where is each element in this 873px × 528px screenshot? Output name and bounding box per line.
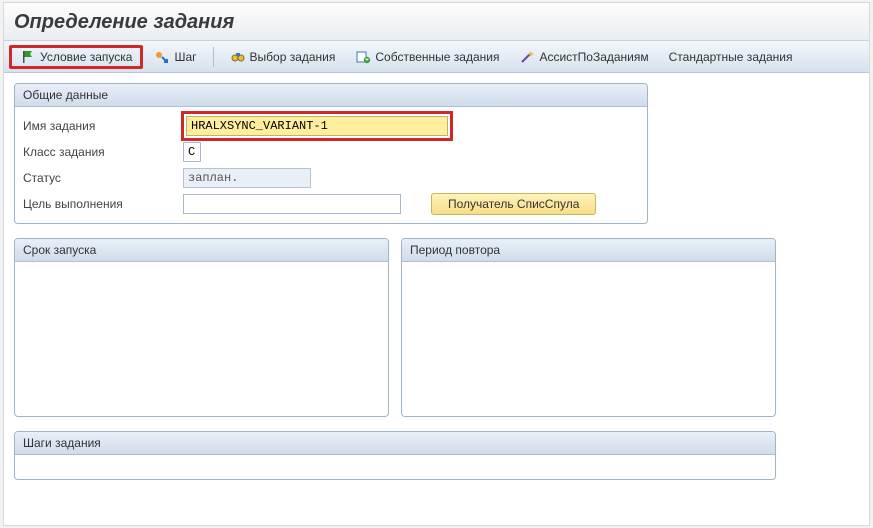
exec-target-row: Цель выполнения Получатель СписСпула [23,191,639,217]
step-button[interactable]: Шаг [145,45,205,69]
exec-target-label: Цель выполнения [23,197,183,211]
job-steps-body [15,455,775,479]
own-jobs-icon [355,49,371,65]
job-name-input[interactable] [186,116,448,136]
job-name-label: Имя задания [23,119,183,133]
job-selection-label: Выбор задания [250,50,336,64]
schedule-row: Срок запуска Период повтора [14,238,776,431]
standard-jobs-label: Стандартные задания [669,50,793,64]
start-condition-label: Условие запуска [40,50,132,64]
job-wizard-label: АссистПоЗаданиям [539,50,648,64]
job-selection-button[interactable]: Выбор задания [221,45,345,69]
standard-jobs-button[interactable]: Стандартные задания [660,45,802,69]
job-wizard-button[interactable]: АссистПоЗаданиям [510,45,657,69]
spool-recipient-button[interactable]: Получатель СписСпула [431,193,596,215]
own-jobs-label: Собственные задания [375,50,499,64]
job-name-row: Имя задания [23,113,639,139]
application-toolbar: Условие запуска Шаг Выбор задания Собств… [4,41,869,73]
wizard-icon [519,49,535,65]
repeat-period-body [402,262,775,416]
title-bar: Определение задания [4,3,869,41]
general-data-body: Имя задания Класс задания Статус Цель вы… [15,107,647,223]
step-icon [154,49,170,65]
sap-window: Определение задания Условие запуска Шаг … [3,2,870,526]
binoculars-icon [230,49,246,65]
start-time-header: Срок запуска [15,239,388,262]
status-field [183,168,311,188]
job-steps-group: Шаги задания [14,431,776,480]
spool-recipient-label: Получатель СписСпула [448,197,579,211]
job-steps-header: Шаги задания [15,432,775,455]
exec-target-input[interactable] [183,194,401,214]
status-row: Статус [23,165,639,191]
start-time-body [15,262,388,416]
general-data-header: Общие данные [15,84,647,107]
repeat-period-group: Период повтора [401,238,776,417]
job-class-label: Класс задания [23,145,183,159]
start-condition-button[interactable]: Условие запуска [9,45,143,69]
flag-icon [20,49,36,65]
toolbar-separator [213,47,214,67]
page-title: Определение задания [14,11,859,34]
repeat-period-header: Период повтора [402,239,775,262]
start-time-group: Срок запуска [14,238,389,417]
step-label: Шаг [174,50,196,64]
body-area: Общие данные Имя задания Класс задания С… [4,73,869,480]
own-jobs-button[interactable]: Собственные задания [346,45,508,69]
job-class-input[interactable] [183,142,201,162]
job-class-row: Класс задания [23,139,639,165]
status-label: Статус [23,171,183,185]
job-name-highlight [181,111,453,141]
general-data-group: Общие данные Имя задания Класс задания С… [14,83,648,224]
